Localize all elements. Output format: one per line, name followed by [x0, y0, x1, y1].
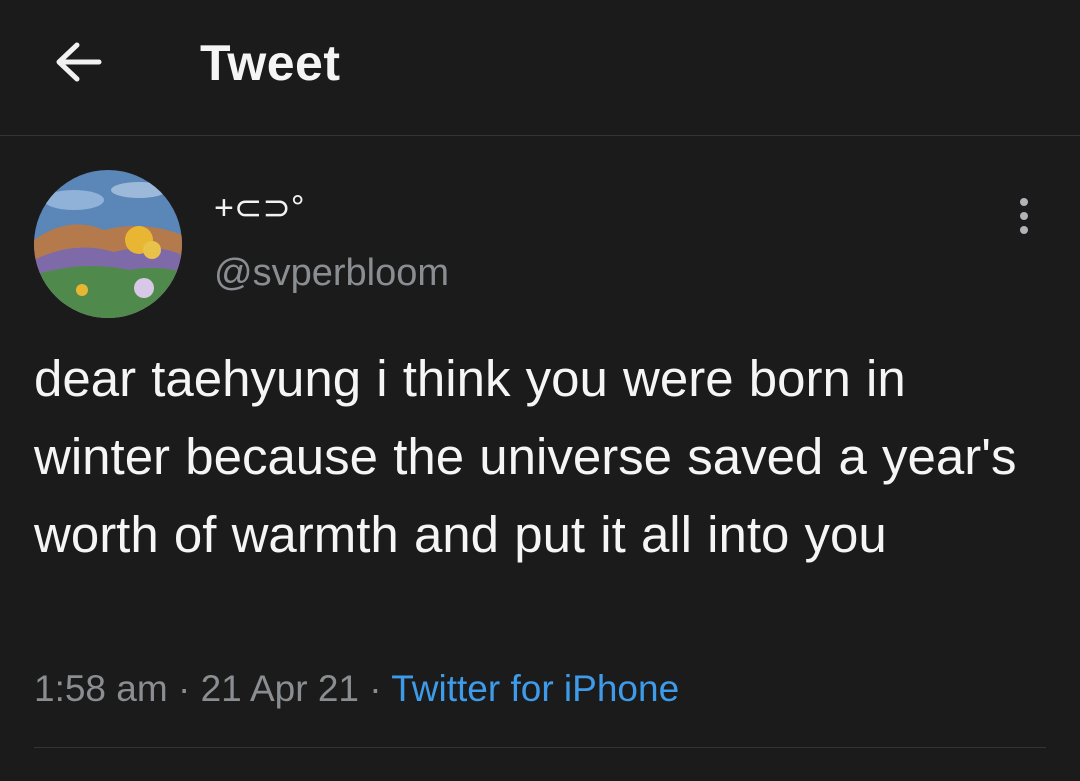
display-name[interactable]: +⊂⊃° [214, 188, 304, 228]
tweet-metadata: 1:58 am · 21 Apr 21 · Twitter for iPhone [34, 668, 679, 710]
page-title: Tweet [200, 35, 341, 91]
tweet-time: 1:58 am [34, 668, 168, 709]
back-button[interactable] [50, 38, 106, 86]
app-header: Tweet [0, 0, 1080, 136]
meta-separator: · [369, 668, 382, 709]
divider [34, 747, 1046, 748]
more-options-button[interactable] [1002, 194, 1046, 238]
tweet-source-link[interactable]: Twitter for iPhone [391, 668, 679, 709]
user-handle[interactable]: @svperbloom [214, 252, 449, 295]
arrow-left-icon [56, 42, 102, 82]
more-vertical-icon [1020, 198, 1028, 206]
tweet-text: dear taehyung i think you were born in w… [34, 350, 1017, 563]
meta-separator: · [177, 668, 191, 709]
tweet-date: 21 Apr 21 [200, 668, 359, 709]
avatar[interactable] [34, 170, 182, 318]
